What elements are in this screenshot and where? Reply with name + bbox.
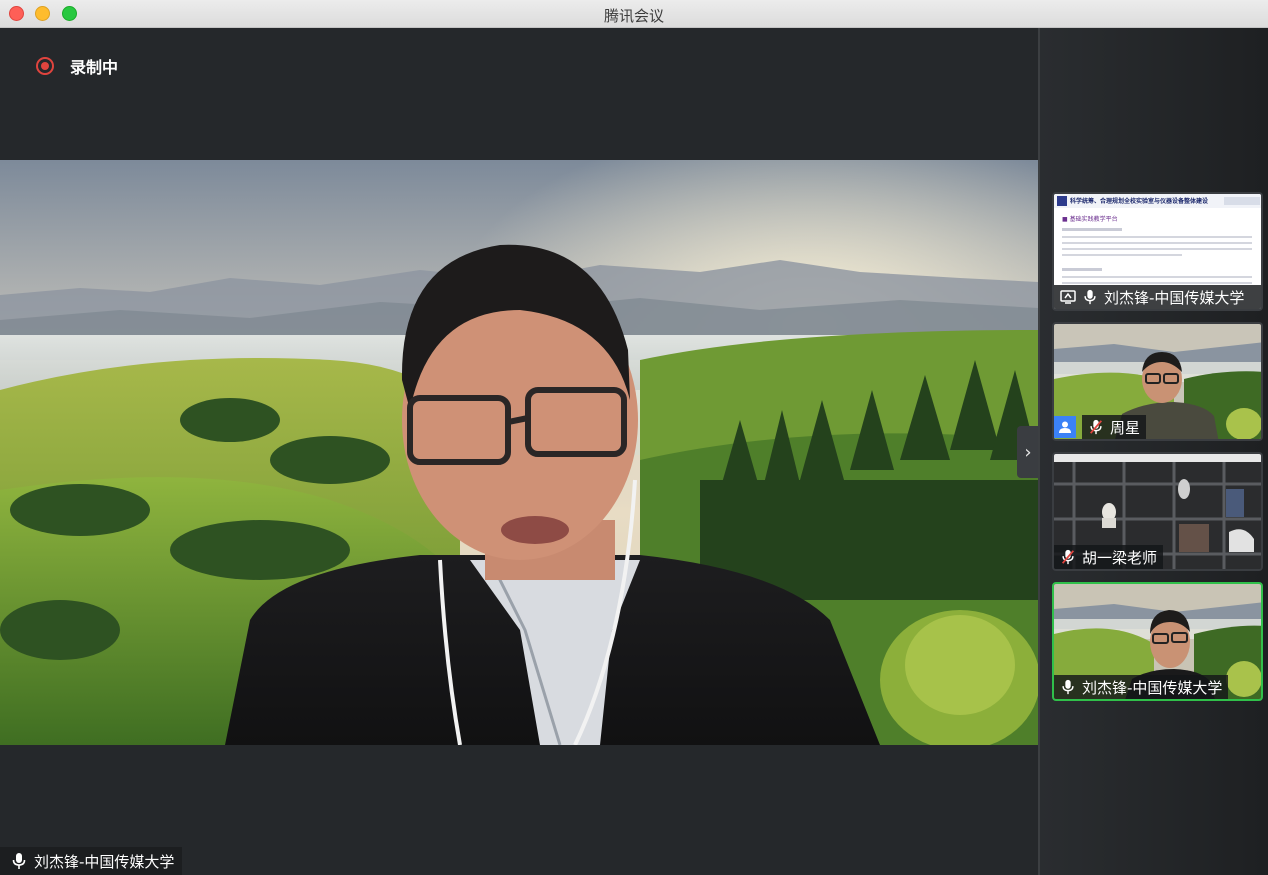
participant-label: 胡一梁老师 bbox=[1054, 545, 1164, 569]
participant-name: 周星 bbox=[1110, 418, 1141, 437]
microphone-muted-icon bbox=[1089, 419, 1103, 435]
main-video-feed bbox=[0, 160, 1038, 745]
microphone-icon bbox=[1062, 679, 1074, 695]
title-bar: 腾讯会议 bbox=[0, 0, 1268, 28]
recording-indicator: 录制中 bbox=[36, 54, 118, 78]
slide-title: 科学统筹、合理规划全校实验室与仪器设备整体建设 bbox=[1070, 198, 1209, 205]
screen-share-icon bbox=[1060, 290, 1076, 304]
speaker-video-image bbox=[0, 160, 1038, 745]
participant-name: 刘杰锋-中国传媒大学 bbox=[1104, 288, 1245, 307]
participant-label: 刘杰锋-中国传媒大学 bbox=[1054, 675, 1229, 699]
participant-tile-huyiliang[interactable]: 胡一梁老师 bbox=[1052, 452, 1263, 571]
participant-tile-liujiefeng[interactable]: 刘杰锋-中国传媒大学 bbox=[1052, 582, 1263, 701]
speaker-name: 刘杰锋-中国传媒大学 bbox=[34, 852, 175, 871]
participant-label: 刘杰锋-中国传媒大学 bbox=[1054, 285, 1261, 309]
participant-sidebar: 科学统筹、合理规划全校实验室与仪器设备整体建设 ■ 基础实践教学平台 刘杰锋-中… bbox=[1038, 28, 1268, 875]
user-icon bbox=[1054, 416, 1076, 438]
participant-tile-zhouxing[interactable]: 周星 bbox=[1052, 322, 1263, 441]
participant-name: 刘杰锋-中国传媒大学 bbox=[1082, 678, 1223, 697]
main-video-area: 录制中 › 刘杰锋-中国传媒大学 bbox=[0, 28, 1039, 875]
window-title: 腾讯会议 bbox=[603, 7, 664, 25]
microphone-icon bbox=[1084, 289, 1096, 305]
record-icon bbox=[36, 57, 54, 75]
microphone-icon bbox=[12, 853, 26, 869]
recording-label: 录制中 bbox=[70, 58, 119, 77]
participant-label: 周星 bbox=[1054, 415, 1152, 439]
participant-name: 胡一梁老师 bbox=[1082, 548, 1158, 567]
slide-heading: ■ 基础实践教学平台 bbox=[1062, 216, 1118, 223]
microphone-muted-icon bbox=[1061, 549, 1075, 565]
chevron-right-icon: › bbox=[1024, 441, 1032, 463]
participant-tile-screen-share[interactable]: 科学统筹、合理规划全校实验室与仪器设备整体建设 ■ 基础实践教学平台 刘杰锋-中… bbox=[1052, 192, 1263, 311]
expand-sidebar-button[interactable]: › bbox=[1017, 426, 1039, 478]
speaker-name-tag: 刘杰锋-中国传媒大学 bbox=[0, 847, 183, 875]
